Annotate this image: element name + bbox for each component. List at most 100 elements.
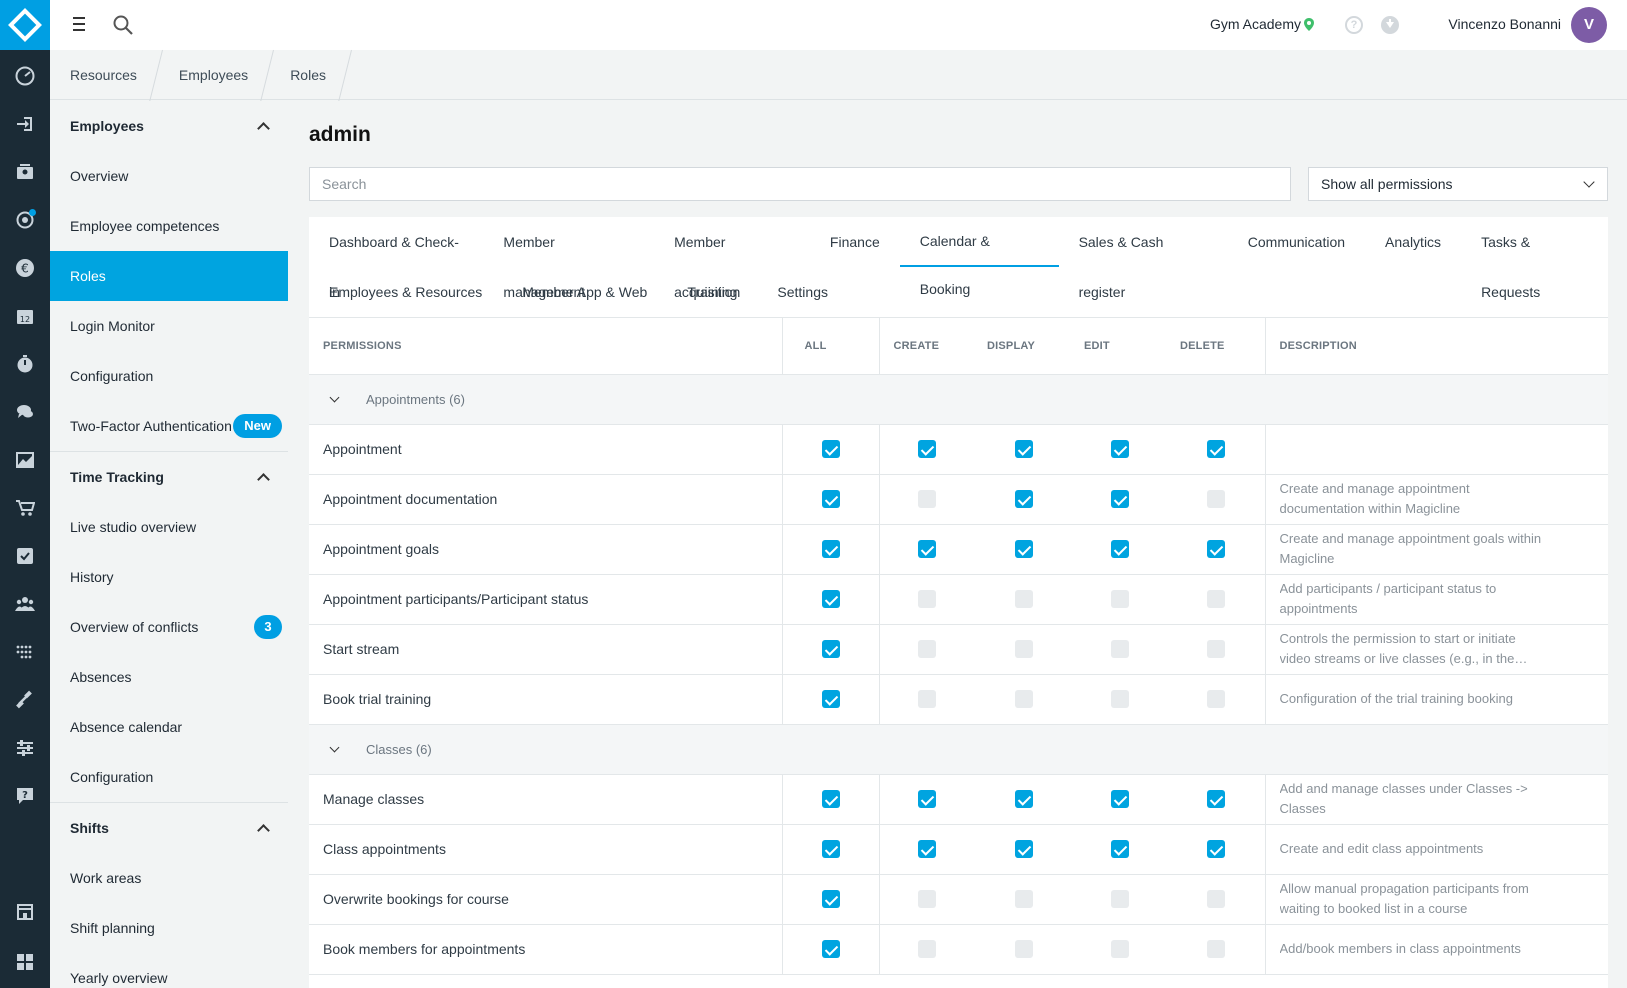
tab-employees-resources[interactable]: Employees & Resources xyxy=(309,267,502,317)
training-icon[interactable] xyxy=(13,688,37,712)
sidebar-item-overview[interactable]: Overview xyxy=(50,151,288,201)
tab-communication[interactable]: Communication xyxy=(1228,217,1365,267)
all-checkbox[interactable] xyxy=(821,640,840,659)
sidebar-item-live-studio-overview[interactable]: Live studio overview xyxy=(50,502,288,552)
sidebar-item-employee-competences[interactable]: Employee competences xyxy=(50,201,288,251)
cart-icon[interactable] xyxy=(13,496,37,520)
tab-analytics[interactable]: Analytics xyxy=(1365,217,1461,267)
sidebar-group-employees[interactable]: Employees xyxy=(50,101,288,151)
all-checkbox[interactable] xyxy=(821,440,840,459)
sidebar-item-shift-planning[interactable]: Shift planning xyxy=(50,903,288,953)
avatar[interactable]: V xyxy=(1571,7,1607,43)
tab-finance[interactable]: Finance xyxy=(810,217,900,267)
edit-checkbox[interactable] xyxy=(1111,440,1129,459)
chat-icon[interactable] xyxy=(13,400,37,424)
tab-dashboard-check-in[interactable]: Dashboard & Check-in xyxy=(309,217,483,300)
delete-checkbox[interactable] xyxy=(1207,540,1226,559)
all-checkbox[interactable] xyxy=(821,690,840,709)
analytics-icon[interactable] xyxy=(13,448,37,472)
permission-filter-select[interactable]: Show all permissions xyxy=(1308,167,1608,201)
sidebar-item-configuration[interactable]: Configuration xyxy=(50,351,288,401)
tab-calendar-booking[interactable]: Calendar & Booking xyxy=(899,217,1059,297)
delete-checkbox[interactable] xyxy=(1207,590,1226,609)
tab-member-management[interactable]: Member management xyxy=(483,217,654,300)
edit-checkbox[interactable] xyxy=(1111,790,1129,809)
delete-checkbox[interactable] xyxy=(1207,940,1226,959)
tab-training[interactable]: Training xyxy=(667,267,757,317)
edit-checkbox[interactable] xyxy=(1111,940,1129,959)
finance-icon[interactable]: € xyxy=(13,256,37,280)
devices-icon[interactable] xyxy=(13,640,37,664)
display-checkbox[interactable] xyxy=(1014,940,1033,959)
create-checkbox[interactable] xyxy=(918,640,937,659)
chevron-down-icon[interactable] xyxy=(329,392,340,402)
download-icon[interactable] xyxy=(1381,16,1399,34)
delete-checkbox[interactable] xyxy=(1207,890,1226,909)
breadcrumb-resources[interactable]: Resources xyxy=(50,50,159,100)
breadcrumb-employees[interactable]: Employees xyxy=(159,50,270,100)
tasks-icon[interactable] xyxy=(13,544,37,568)
create-checkbox[interactable] xyxy=(918,790,937,809)
delete-checkbox[interactable] xyxy=(1207,490,1226,509)
delete-checkbox[interactable] xyxy=(1207,640,1226,659)
chevron-down-icon[interactable] xyxy=(329,742,340,752)
all-checkbox[interactable] xyxy=(821,840,840,859)
timer-icon[interactable] xyxy=(13,352,37,376)
apps-icon[interactable] xyxy=(13,950,37,974)
dashboard-icon[interactable] xyxy=(13,64,37,88)
create-checkbox[interactable] xyxy=(918,590,937,609)
all-checkbox[interactable] xyxy=(821,590,840,609)
create-checkbox[interactable] xyxy=(918,840,937,859)
edit-checkbox[interactable] xyxy=(1111,540,1129,559)
sidebar-item-login-monitor[interactable]: Login Monitor xyxy=(50,301,288,351)
all-checkbox[interactable] xyxy=(821,790,840,809)
sidebar-item-history[interactable]: History xyxy=(50,552,288,602)
studio-selector[interactable]: Gym Academy xyxy=(1210,16,1301,32)
tab-tasks-requests[interactable]: Tasks & Requests xyxy=(1461,217,1608,300)
store-icon[interactable] xyxy=(13,900,37,924)
help-icon[interactable]: ? xyxy=(1345,16,1363,34)
delete-checkbox[interactable] xyxy=(1207,840,1226,859)
members-icon[interactable] xyxy=(13,160,37,184)
tab-sales-cash-register[interactable]: Sales & Cash register xyxy=(1059,217,1228,300)
check-in-icon[interactable] xyxy=(13,112,37,136)
support-icon[interactable]: ? xyxy=(13,784,37,808)
display-checkbox[interactable] xyxy=(1014,790,1033,809)
sidebar-item-work-areas[interactable]: Work areas xyxy=(50,853,288,903)
all-checkbox[interactable] xyxy=(821,890,840,909)
sidebar-item-absences[interactable]: Absences xyxy=(50,652,288,702)
display-checkbox[interactable] xyxy=(1014,590,1033,609)
menu-icon[interactable] xyxy=(70,15,88,33)
create-checkbox[interactable] xyxy=(918,890,937,909)
sidebar-item-roles[interactable]: Roles xyxy=(50,251,288,301)
sidebar-group-time-tracking[interactable]: Time Tracking xyxy=(50,452,288,502)
display-checkbox[interactable] xyxy=(1014,890,1033,909)
display-checkbox[interactable] xyxy=(1014,640,1033,659)
edit-checkbox[interactable] xyxy=(1111,640,1129,659)
display-checkbox[interactable] xyxy=(1014,690,1033,709)
category-row-appointments-6[interactable]: Appointments (6) xyxy=(309,374,1608,425)
delete-checkbox[interactable] xyxy=(1207,690,1226,709)
employees-icon[interactable] xyxy=(13,592,37,616)
acquisition-icon[interactable] xyxy=(13,208,37,232)
search-input[interactable] xyxy=(309,167,1291,201)
create-checkbox[interactable] xyxy=(918,690,937,709)
sidebar-item-configuration[interactable]: Configuration xyxy=(50,752,288,802)
breadcrumb-roles[interactable]: Roles xyxy=(270,50,348,100)
app-logo[interactable] xyxy=(0,0,50,50)
search-icon[interactable] xyxy=(112,14,134,36)
display-checkbox[interactable] xyxy=(1014,440,1033,459)
calendar-icon[interactable]: 12 xyxy=(13,304,37,328)
create-checkbox[interactable] xyxy=(918,540,937,559)
edit-checkbox[interactable] xyxy=(1111,690,1129,709)
sidebar-item-absence-calendar[interactable]: Absence calendar xyxy=(50,702,288,752)
tab-settings[interactable]: Settings xyxy=(757,267,848,317)
sidebar-item-yearly-overview[interactable]: Yearly overview xyxy=(50,953,288,988)
edit-checkbox[interactable] xyxy=(1111,490,1129,509)
display-checkbox[interactable] xyxy=(1014,540,1033,559)
create-checkbox[interactable] xyxy=(918,490,937,509)
all-checkbox[interactable] xyxy=(821,490,840,509)
edit-checkbox[interactable] xyxy=(1111,590,1129,609)
display-checkbox[interactable] xyxy=(1014,490,1033,509)
sidebar-group-shifts[interactable]: Shifts xyxy=(50,803,288,853)
